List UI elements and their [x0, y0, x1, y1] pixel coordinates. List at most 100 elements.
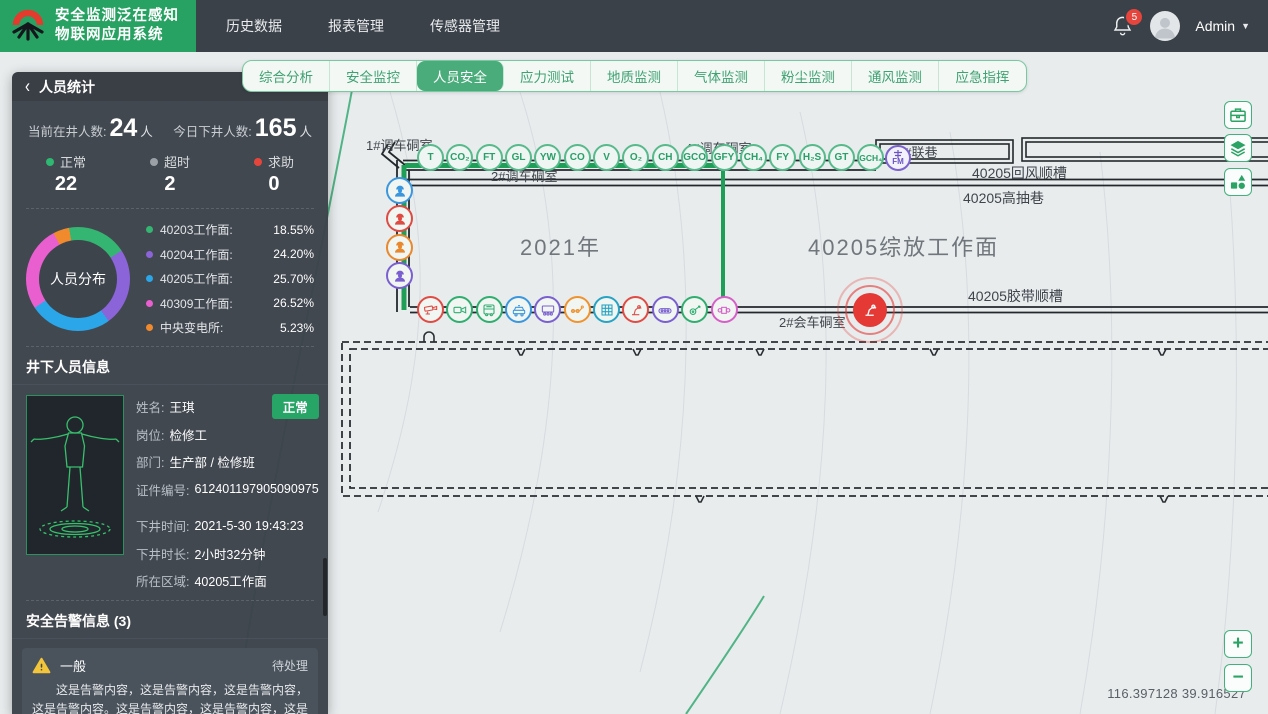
status-1: 超时 2: [149, 152, 190, 196]
notification-badge: 5: [1124, 7, 1145, 27]
app-root: 安全监测泛在感知 物联网应用系统 历史数据 报表管理 传感器管理 5 Admin: [0, 0, 1268, 714]
sensor-marker-5[interactable]: CO: [563, 144, 591, 171]
layers-button[interactable]: [1224, 134, 1252, 162]
topbar-right: 5 Admin ▼: [1111, 7, 1268, 41]
equipment-marker-police-car[interactable]: [505, 296, 533, 323]
tunnel-label-drainage-roadway: 40205高抽巷: [963, 190, 1044, 206]
police-car-icon: [512, 304, 525, 316]
tunnel-label-belt-roadway: 40205胶带顺槽: [968, 288, 1063, 304]
sensor-marker-2[interactable]: FT: [475, 144, 503, 171]
equipment-marker-cctv-camera[interactable]: [417, 296, 444, 323]
chevron-down-icon: ▼: [1241, 21, 1250, 31]
user-silhouette-icon: [1155, 17, 1176, 39]
sensor-marker-11[interactable]: CH₄: [739, 144, 767, 171]
top-bar: 安全监测泛在感知 物联网应用系统 历史数据 报表管理 传感器管理 5 Admin: [0, 0, 1268, 52]
person-section-title: 井下人员信息: [12, 349, 328, 385]
status-0: 正常 22: [46, 152, 86, 196]
alarm-marker[interactable]: [837, 277, 903, 343]
tunnel-label-return-airway: 40205回风顺槽: [972, 165, 1067, 181]
tab-8[interactable]: 应急指挥: [939, 61, 1026, 91]
status-2: 求助 0: [253, 152, 294, 196]
person-marker-3[interactable]: [386, 262, 413, 290]
person-field-6: 所在区域: 40205工作面: [136, 575, 267, 589]
divider: [26, 346, 314, 347]
legend-item-1: 40204工作面: 24.20%: [146, 246, 314, 263]
tab-3[interactable]: 应力测试: [504, 61, 591, 91]
robotic-arm-icon: [631, 304, 642, 315]
tab-2[interactable]: 人员安全: [417, 61, 504, 91]
sensor-marker-6[interactable]: V: [593, 144, 621, 171]
person-card: 姓名: 王琪 正常 岗位: 检修工 部门: 生产部 / 检修班 证件编号: 6124011979…: [12, 385, 328, 598]
zoom-out-button[interactable]: −: [1224, 664, 1252, 692]
equipment-marker-scraper-conveyor[interactable]: [563, 296, 591, 323]
person-field-5: 下井时长: 2小时32分钟: [136, 547, 266, 562]
notification-bell-icon[interactable]: 5: [1111, 7, 1145, 38]
nav-item-1[interactable]: 报表管理: [328, 16, 384, 36]
headcount-stats: 当前在井人数: 24 人今日下井人数: 165 人: [12, 101, 328, 146]
tab-0[interactable]: 综合分析: [243, 61, 330, 91]
equipment-marker-crusher[interactable]: [710, 296, 738, 323]
sensor-marker-10[interactable]: GFY: [710, 144, 738, 171]
toolbox-button[interactable]: [1224, 101, 1252, 129]
wireframe-human-icon: [30, 416, 120, 538]
tab-6[interactable]: 粉尘监测: [765, 61, 852, 91]
sensor-marker-9[interactable]: GCO: [681, 144, 709, 171]
miner-icon: [394, 270, 405, 282]
legend-item-4: 中央变电所: 5.23%: [146, 319, 314, 336]
sensor-marker-12[interactable]: FY: [769, 144, 797, 171]
sensor-marker-13[interactable]: H₂S: [798, 144, 826, 171]
alert-card-0[interactable]: 一般 待处理 这是告警内容，这是告警内容，这是告警内容，这是告警内容。这是告警内容，…: [22, 648, 318, 714]
person-hologram: [26, 395, 124, 555]
video-camera-icon: [453, 305, 467, 314]
nav-item-0[interactable]: 历史数据: [226, 16, 282, 36]
distribution-block: 人员分布 40203工作面: 18.55% 40204工作面: 24.20% 40205…: [12, 211, 328, 344]
air-door-marker[interactable]: FM: [885, 145, 911, 171]
distribution-donut-chart: 人员分布: [26, 226, 130, 331]
sensor-marker-8[interactable]: CH: [651, 144, 679, 171]
sensor-marker-14[interactable]: GT: [827, 144, 855, 171]
briefcase-icon: [1230, 108, 1246, 122]
status-summary: 正常 22 超时 2 求助 0: [12, 146, 328, 206]
scraper-conveyor-icon: [571, 304, 585, 313]
person-field-4: 下井时间: 2021-5-30 19:43:23: [136, 518, 304, 535]
legend-item-3: 40309工作面: 26.52%: [146, 295, 314, 312]
avatar[interactable]: [1150, 11, 1181, 41]
tab-4[interactable]: 地质监测: [591, 61, 678, 91]
stat-0: 当前在井人数: 24 人: [28, 114, 153, 142]
tab-5[interactable]: 气体监测: [678, 61, 765, 91]
crusher-icon: [717, 306, 731, 314]
person-field-3: 证件编号: 612401197905090975: [136, 482, 319, 498]
person-marker-0[interactable]: [386, 177, 413, 204]
equipment-marker-belt-conveyor[interactable]: [651, 296, 679, 323]
equipment-marker-winch[interactable]: [681, 296, 709, 323]
robotic-arm-icon: [865, 304, 877, 316]
divider: [26, 208, 314, 209]
donut-legend: 40203工作面: 18.55% 40204工作面: 24.20% 40205工作面: 2…: [146, 221, 314, 336]
person-field-2: 部门: 生产部 / 检修班: [136, 456, 255, 470]
person-marker-2[interactable]: [386, 233, 413, 261]
zoom-in-button[interactable]: +: [1224, 630, 1252, 658]
equipment-marker-bus[interactable]: [475, 296, 503, 323]
panel-title: 人员统计: [39, 78, 95, 95]
sensor-marker-3[interactable]: GL: [505, 144, 533, 171]
user-menu[interactable]: Admin ▼: [1195, 18, 1250, 34]
shapes-button[interactable]: [1224, 168, 1252, 196]
scrollbar-thumb[interactable]: [323, 558, 327, 616]
main-nav: 历史数据 报表管理 传感器管理: [226, 16, 500, 36]
miner-icon: [394, 241, 405, 253]
legend-item-2: 40205工作面: 25.70%: [146, 270, 314, 287]
sensor-marker-0[interactable]: T: [417, 144, 444, 171]
tab-1[interactable]: 安全监控: [330, 61, 417, 91]
winch-icon: [689, 304, 701, 315]
equipment-marker-control-panel[interactable]: [593, 296, 621, 323]
donut-center-label: 人员分布: [50, 270, 106, 287]
legend-item-0: 40203工作面: 18.55%: [146, 221, 314, 238]
status-badge: 正常: [271, 394, 319, 419]
tab-7[interactable]: 通风监测: [852, 61, 939, 91]
company-logo-icon: [12, 9, 44, 41]
shapes-icon: [1230, 174, 1246, 189]
stat-1: 今日下井人数: 165 人: [173, 114, 312, 142]
back-icon[interactable]: ‹: [25, 75, 30, 97]
nav-item-2[interactable]: 传感器管理: [430, 16, 500, 36]
layers-icon: [1230, 140, 1246, 157]
